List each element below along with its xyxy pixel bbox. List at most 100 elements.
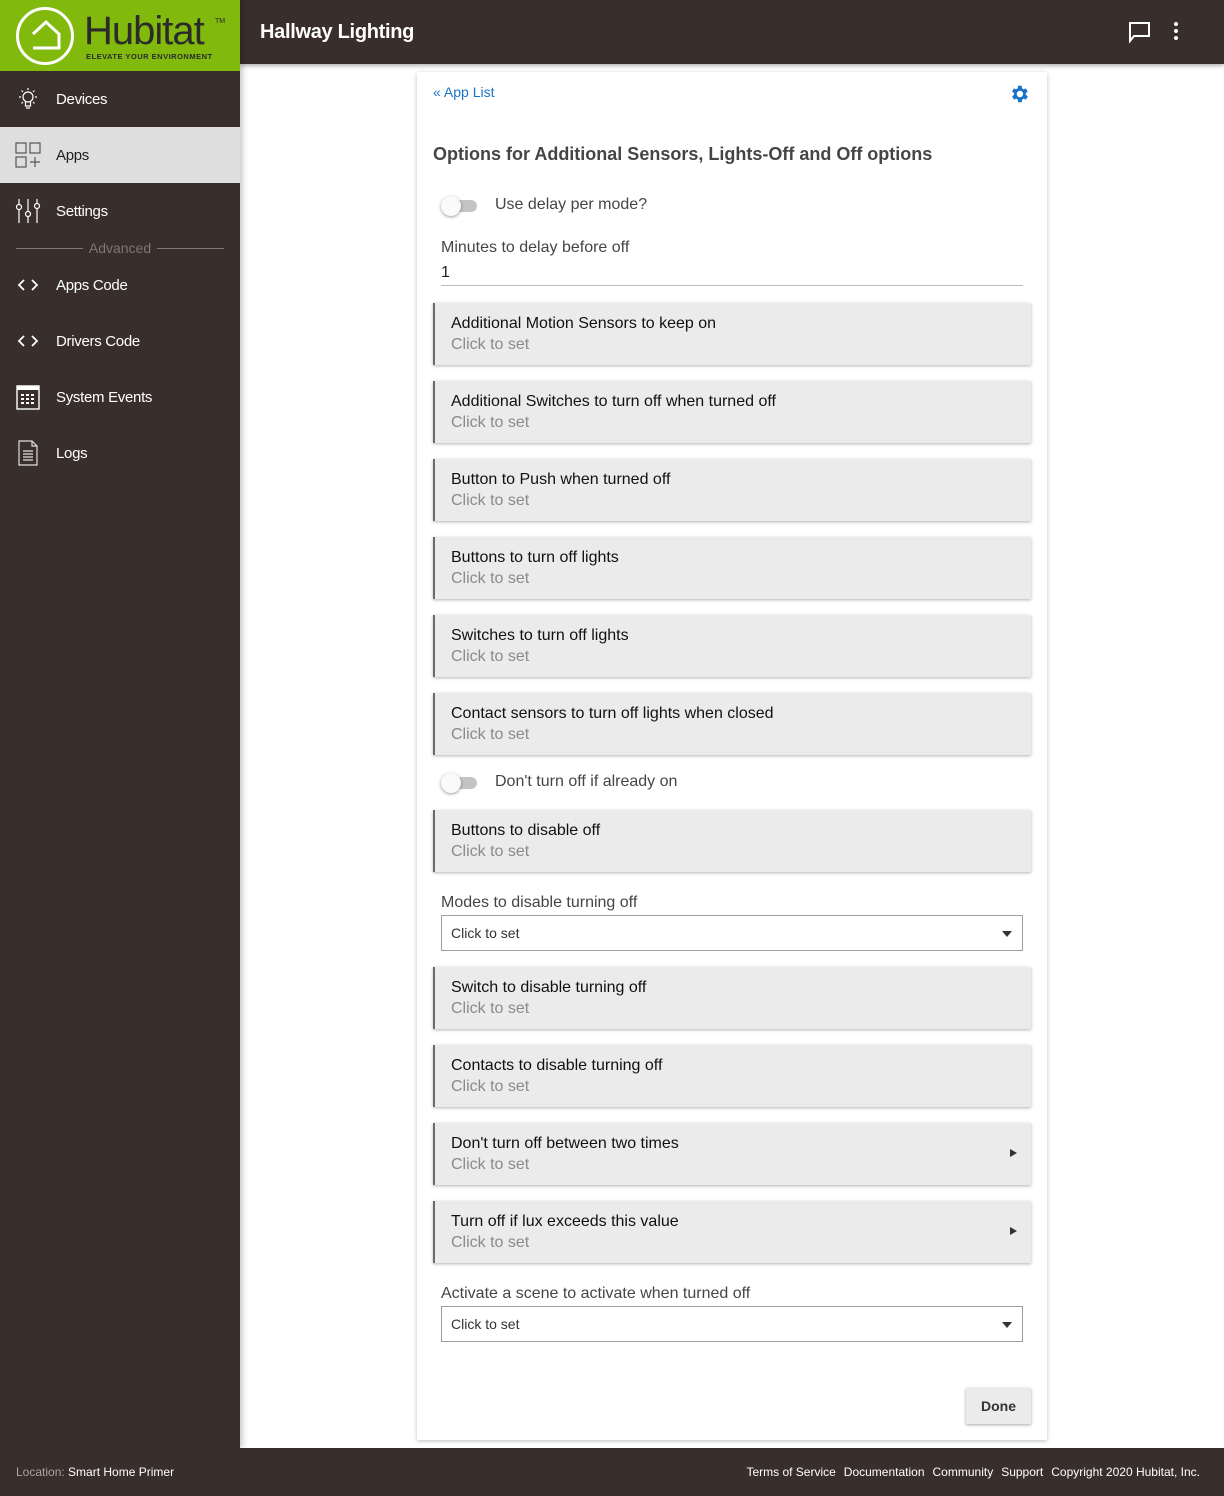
- support-link[interactable]: Support: [1001, 1465, 1043, 1479]
- location-value: Smart Home Primer: [68, 1465, 175, 1479]
- select-value: Click to set: [451, 925, 520, 941]
- button-subtitle: Click to set: [451, 1234, 530, 1251]
- document-icon: [0, 440, 56, 466]
- sidebar-item-label: System Events: [56, 388, 153, 406]
- button-subtitle: Click to set: [451, 726, 530, 743]
- more-vertical-icon[interactable]: [1172, 21, 1180, 46]
- terms-of-service-link[interactable]: Terms of Service: [746, 1465, 835, 1479]
- sidebar-item-label: Settings: [56, 202, 108, 220]
- buttons-turn-off-lights-button[interactable]: Buttons to turn off lights Click to set: [433, 537, 1031, 599]
- sidebar-item-devices[interactable]: Devices: [0, 71, 240, 127]
- button-title: Additional Motion Sensors to keep on: [451, 315, 717, 332]
- sidebar-item-label: Apps: [56, 146, 89, 164]
- button-title: Contacts to disable turning off: [451, 1057, 663, 1074]
- footer-location: Location: Smart Home Primer: [16, 1465, 174, 1479]
- button-subtitle: Click to set: [451, 336, 530, 353]
- community-link[interactable]: Community: [933, 1465, 994, 1479]
- sidebar-item-apps-code[interactable]: Apps Code: [0, 257, 240, 313]
- app-settings-card: « App List Options for Additional Sensor…: [417, 72, 1047, 1440]
- button-title: Button to Push when turned off: [451, 471, 671, 488]
- sidebar-item-system-events[interactable]: System Events: [0, 369, 240, 425]
- brand-trademark: TM: [215, 18, 226, 25]
- brand-tagline: ELEVATE YOUR ENVIRONMENT: [86, 52, 213, 61]
- modes-disable-select[interactable]: Click to set: [441, 915, 1023, 951]
- button-subtitle: Click to set: [451, 1000, 530, 1017]
- sidebar-item-label: Drivers Code: [56, 332, 140, 350]
- sidebar-item-logs[interactable]: Logs: [0, 425, 240, 481]
- button-title: Buttons to disable off: [451, 822, 601, 839]
- button-subtitle: Click to set: [451, 843, 530, 860]
- sidebar-item-drivers-code[interactable]: Drivers Code: [0, 313, 240, 369]
- switches-turn-off-lights-button[interactable]: Switches to turn off lights Click to set: [433, 615, 1031, 677]
- caret-right-icon: [1010, 1227, 1017, 1235]
- sidebar-item-apps[interactable]: Apps: [0, 127, 240, 183]
- button-subtitle: Click to set: [451, 492, 530, 509]
- scene-activate-select[interactable]: Click to set: [441, 1306, 1023, 1342]
- contact-sensors-button[interactable]: Contact sensors to turn off lights when …: [433, 693, 1031, 755]
- divider-line: [16, 247, 83, 249]
- contacts-disable-button[interactable]: Contacts to disable turning off Click to…: [433, 1045, 1031, 1107]
- lightbulb-icon: [0, 86, 56, 112]
- button-title: Turn off if lux exceeds this value: [451, 1213, 679, 1230]
- brand-name: Hubitat: [84, 9, 205, 53]
- minutes-delay-input[interactable]: [441, 260, 1023, 286]
- sidebar-item-label: Apps Code: [56, 276, 128, 294]
- toggle-knob: [441, 196, 461, 216]
- lux-exceeds-button[interactable]: Turn off if lux exceeds this value Click…: [433, 1201, 1031, 1263]
- button-subtitle: Click to set: [451, 1078, 530, 1095]
- dont-turn-off-between-times-button[interactable]: Don't turn off between two times Click t…: [433, 1123, 1031, 1185]
- code-icon: [0, 278, 56, 292]
- button-subtitle: Click to set: [451, 648, 530, 665]
- sidebar-item-label: Logs: [56, 444, 88, 462]
- use-delay-per-mode-row: Use delay per mode?: [441, 194, 647, 216]
- button-subtitle: Click to set: [451, 1156, 530, 1173]
- documentation-link[interactable]: Documentation: [844, 1465, 925, 1479]
- location-label: Location:: [16, 1465, 65, 1479]
- sidebar-item-settings[interactable]: Settings: [0, 183, 240, 239]
- calendar-icon: [0, 384, 56, 410]
- dont-turn-off-if-on-row: Don't turn off if already on: [441, 771, 677, 793]
- done-button[interactable]: Done: [966, 1388, 1031, 1424]
- section-heading: Options for Additional Sensors, Lights-O…: [433, 144, 933, 164]
- divider-line: [157, 247, 224, 249]
- footer-links: Terms of Service Documentation Community…: [746, 1465, 1200, 1479]
- toggle-knob: [441, 773, 461, 793]
- sidebar-item-label: Devices: [56, 90, 108, 108]
- apps-grid-icon: [0, 142, 56, 168]
- toggle-label: Use delay per mode?: [495, 196, 648, 213]
- gear-icon[interactable]: [1008, 83, 1030, 110]
- caret-down-icon: [1002, 1322, 1012, 1328]
- app-list-link[interactable]: « App List: [433, 84, 495, 100]
- dont-turn-off-if-on-toggle[interactable]: [441, 771, 479, 793]
- button-title: Switches to turn off lights: [451, 627, 629, 644]
- additional-motion-sensors-button[interactable]: Additional Motion Sensors to keep on Cli…: [433, 303, 1031, 365]
- toggle-label: Don't turn off if already on: [495, 773, 678, 790]
- caret-right-icon: [1010, 1149, 1017, 1157]
- button-subtitle: Click to set: [451, 414, 530, 431]
- top-bar: Hallway Lighting: [240, 0, 1224, 64]
- footer: Location: Smart Home Primer Terms of Ser…: [0, 1448, 1224, 1496]
- use-delay-per-mode-toggle[interactable]: [441, 194, 479, 216]
- button-title: Don't turn off between two times: [451, 1135, 679, 1152]
- minutes-delay-label: Minutes to delay before off: [441, 239, 630, 256]
- advanced-divider: Advanced: [0, 239, 240, 257]
- house-logo-icon: [16, 7, 74, 65]
- copyright-text: Copyright 2020 Hubitat, Inc.: [1051, 1465, 1200, 1479]
- page-title: Hallway Lighting: [260, 21, 415, 43]
- switch-disable-button[interactable]: Switch to disable turning off Click to s…: [433, 967, 1031, 1029]
- chat-icon[interactable]: [1128, 21, 1152, 48]
- caret-down-icon: [1002, 931, 1012, 937]
- buttons-disable-off-button[interactable]: Buttons to disable off Click to set: [433, 810, 1031, 872]
- modes-disable-label: Modes to disable turning off: [441, 894, 638, 911]
- button-subtitle: Click to set: [451, 570, 530, 587]
- select-value: Click to set: [451, 1316, 520, 1332]
- scene-activate-label: Activate a scene to activate when turned…: [441, 1285, 751, 1302]
- button-to-push-button[interactable]: Button to Push when turned off Click to …: [433, 459, 1031, 521]
- hubitat-logo[interactable]: Hubitat TM ELEVATE YOUR ENVIRONMENT: [0, 0, 240, 71]
- button-title: Buttons to turn off lights: [451, 549, 619, 566]
- additional-switches-button[interactable]: Additional Switches to turn off when tur…: [433, 381, 1031, 443]
- code-icon: [0, 334, 56, 348]
- button-title: Switch to disable turning off: [451, 979, 647, 996]
- sliders-icon: [0, 198, 56, 224]
- button-title: Additional Switches to turn off when tur…: [451, 393, 776, 410]
